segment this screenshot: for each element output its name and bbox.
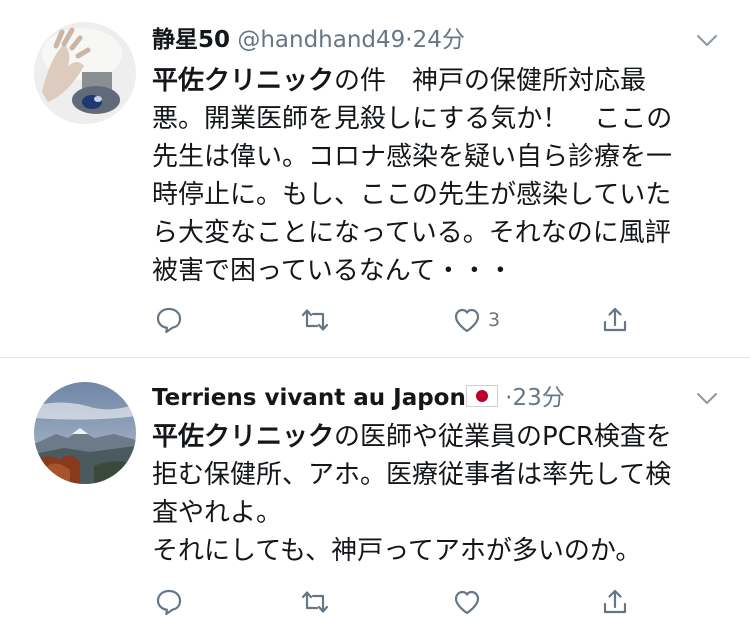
display-name[interactable]: 静星50 bbox=[152, 27, 230, 53]
heart-icon bbox=[452, 305, 482, 335]
japan-flag-icon bbox=[465, 385, 498, 407]
share-button[interactable] bbox=[600, 300, 630, 340]
tweet-text: 平佐クリニックの医師や従業員のPCR検査を 拒む保健所、アホ。医療従事者は率先し… bbox=[152, 418, 720, 570]
chevron-down-icon[interactable] bbox=[694, 386, 720, 410]
retweet-button[interactable] bbox=[300, 300, 330, 340]
reply-icon bbox=[154, 587, 184, 617]
display-name[interactable]: Terriens vivant au Japon bbox=[152, 385, 466, 411]
mention-bold: 平佐クリニック bbox=[152, 66, 335, 96]
like-count: 3 bbox=[488, 309, 501, 331]
tweet-text: 平佐クリニックの件 神戸の保健所対応最 悪。開業医師を見殺しにする気か！ ここの… bbox=[152, 62, 720, 290]
action-bar: 3 bbox=[0, 300, 750, 340]
share-icon bbox=[600, 587, 630, 617]
share-icon bbox=[600, 305, 630, 335]
heart-icon bbox=[452, 587, 482, 617]
like-button[interactable] bbox=[452, 582, 488, 622]
like-button[interactable]: 3 bbox=[452, 300, 500, 340]
timestamp[interactable]: 23分 bbox=[512, 385, 564, 411]
mention-bold: 平佐クリニック bbox=[152, 422, 335, 452]
reply-button[interactable] bbox=[154, 300, 184, 340]
action-bar bbox=[0, 582, 750, 622]
tweet[interactable]: Terriens vivant au Japon ·23分 平佐クリニックの医師… bbox=[0, 358, 750, 620]
tweet-header: 静星50 @handhand49·24分 bbox=[152, 22, 720, 58]
tweet[interactable]: 静星50 @handhand49·24分 平佐クリニックの件 神戸の保健所対応最… bbox=[0, 0, 750, 358]
reply-icon bbox=[154, 305, 184, 335]
separator-dot: · bbox=[405, 27, 413, 53]
timestamp[interactable]: 24分 bbox=[413, 27, 465, 53]
retweet-icon bbox=[300, 305, 330, 335]
avatar[interactable] bbox=[34, 22, 136, 124]
retweet-icon bbox=[300, 587, 330, 617]
chevron-down-icon[interactable] bbox=[694, 28, 720, 52]
tweet-text-rest: の件 神戸の保健所対応最 悪。開業医師を見殺しにする気か！ ここの 先生は偉い。… bbox=[152, 66, 673, 286]
share-button[interactable] bbox=[600, 582, 630, 622]
user-handle[interactable]: @handhand49 bbox=[237, 27, 405, 53]
retweet-button[interactable] bbox=[300, 582, 330, 622]
tweet-header: Terriens vivant au Japon ·23分 bbox=[152, 380, 720, 416]
reply-button[interactable] bbox=[154, 582, 184, 622]
avatar[interactable] bbox=[34, 382, 136, 484]
